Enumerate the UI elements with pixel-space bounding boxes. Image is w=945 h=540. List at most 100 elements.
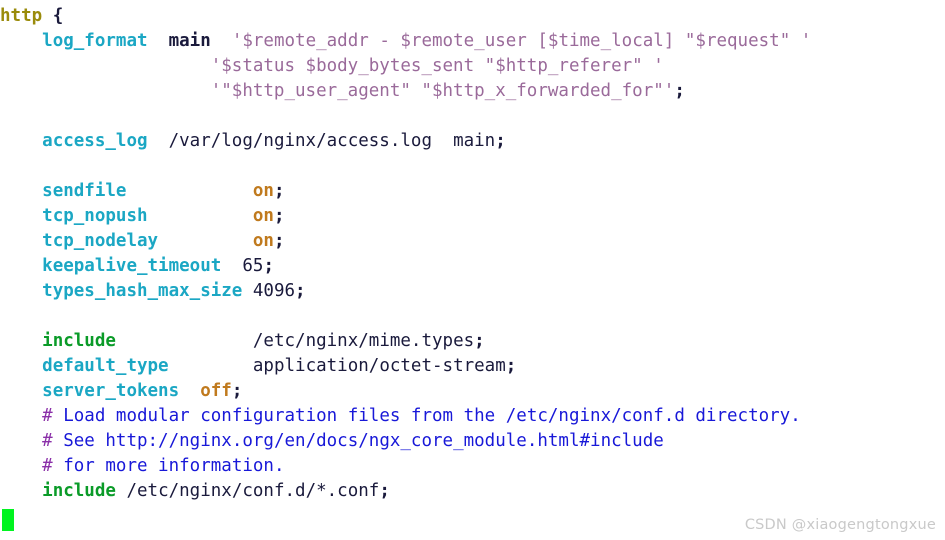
code-token-punc: ; [379,481,390,501]
code-token-brace: { [52,6,64,26]
text-cursor-block [2,509,14,531]
code-token-punc: ; [273,181,285,201]
code-line[interactable]: server_tokens off; [0,379,945,404]
code-token-dir-grn: include [42,481,116,501]
code-token-bool: on [252,231,274,251]
code-token-dir: server_tokens [42,381,180,401]
code-token-punc: ; [474,331,485,351]
code-token-punc: ; [505,356,517,376]
code-line[interactable]: sendfile on; [0,179,945,204]
code-line[interactable]: '$status $body_bytes_sent "$http_referer… [0,54,945,79]
code-token-bool: on [252,206,274,226]
code-line[interactable]: include /etc/nginx/conf.d/*.conf; [0,479,945,504]
code-line[interactable]: types_hash_max_size 4096; [0,279,945,304]
code-token-block: http [0,6,43,26]
partial-next-line-glyph: { [130,535,142,540]
code-editor-pane[interactable]: http { log_format main '$remote_addr - $… [0,0,945,540]
code-line[interactable]: keepalive_timeout 65; [0,254,945,279]
code-token-hash: # [42,456,53,476]
code-token-path: main [453,131,496,151]
code-lines-container[interactable]: http { log_format main '$remote_addr - $… [0,0,945,529]
code-line[interactable]: tcp_nodelay on; [0,229,945,254]
code-line[interactable]: http { [0,4,945,29]
code-token-dir: tcp_nopush [42,206,148,226]
code-line[interactable]: include /etc/nginx/mime.types; [0,329,945,354]
code-line[interactable]: # for more information. [0,454,945,479]
code-line[interactable] [0,154,945,179]
code-token-path: /var/log/nginx/access.log [168,131,432,151]
csdn-watermark: CSDN @xiaogengtongxue [744,517,936,533]
code-line[interactable]: tcp_nopush on; [0,204,945,229]
code-token-dir-grn: include [42,331,116,351]
code-token-bool: on [252,181,274,201]
code-token-path: /etc/nginx/conf.d/*.conf [126,481,380,501]
code-token-comment: See http://nginx.org/en/docs/ngx_core_mo… [52,431,664,451]
code-token-num: 4096 [252,281,296,301]
code-line[interactable]: # See http://nginx.org/en/docs/ngx_core_… [0,429,945,454]
code-token-str: '$status $body_bytes_sent "$http_referer… [210,56,664,76]
code-token-comment: Load modular configuration files from th… [52,406,801,426]
code-token-dir: sendfile [42,181,127,201]
code-token-hash: # [42,406,53,426]
code-token-bool: off [200,381,232,401]
code-token-punc: ; [495,131,506,151]
code-token-dir: log_format [42,31,148,51]
code-token-dir: access_log [42,131,148,151]
code-token-dir: types_hash_max_size [42,281,243,301]
code-line[interactable] [0,304,945,329]
code-token-comment: for more information. [52,456,285,476]
code-token-num: 65 [242,256,264,276]
code-line[interactable] [0,104,945,129]
code-token-dir: keepalive_timeout [42,256,222,276]
code-token-str: '"$http_user_agent" "$http_x_forwarded_f… [210,81,675,101]
code-token-path: /etc/nginx/mime.types [252,331,475,351]
code-token-dir: default_type [42,356,169,376]
code-token-punc: ; [295,281,306,301]
code-token-ident: main [168,31,211,51]
code-token-path: application/octet-stream [252,356,506,376]
code-token-hash: # [42,431,53,451]
code-token-punc: ; [273,206,285,226]
code-token-punc: ; [231,381,243,401]
code-token-dir: tcp_nodelay [42,231,159,251]
code-token-str: '$remote_addr - $remote_user [$time_loca… [231,31,812,51]
code-line[interactable]: log_format main '$remote_addr - $remote_… [0,29,945,54]
code-token-punc: ; [273,231,285,251]
code-token-punc: ; [263,256,274,276]
code-line[interactable]: # Load modular configuration files from … [0,404,945,429]
code-line[interactable]: access_log /var/log/nginx/access.log mai… [0,129,945,154]
code-line[interactable]: '"$http_user_agent" "$http_x_forwarded_f… [0,79,945,104]
code-line[interactable]: default_type application/octet-stream; [0,354,945,379]
code-token-punc: ; [674,81,685,101]
